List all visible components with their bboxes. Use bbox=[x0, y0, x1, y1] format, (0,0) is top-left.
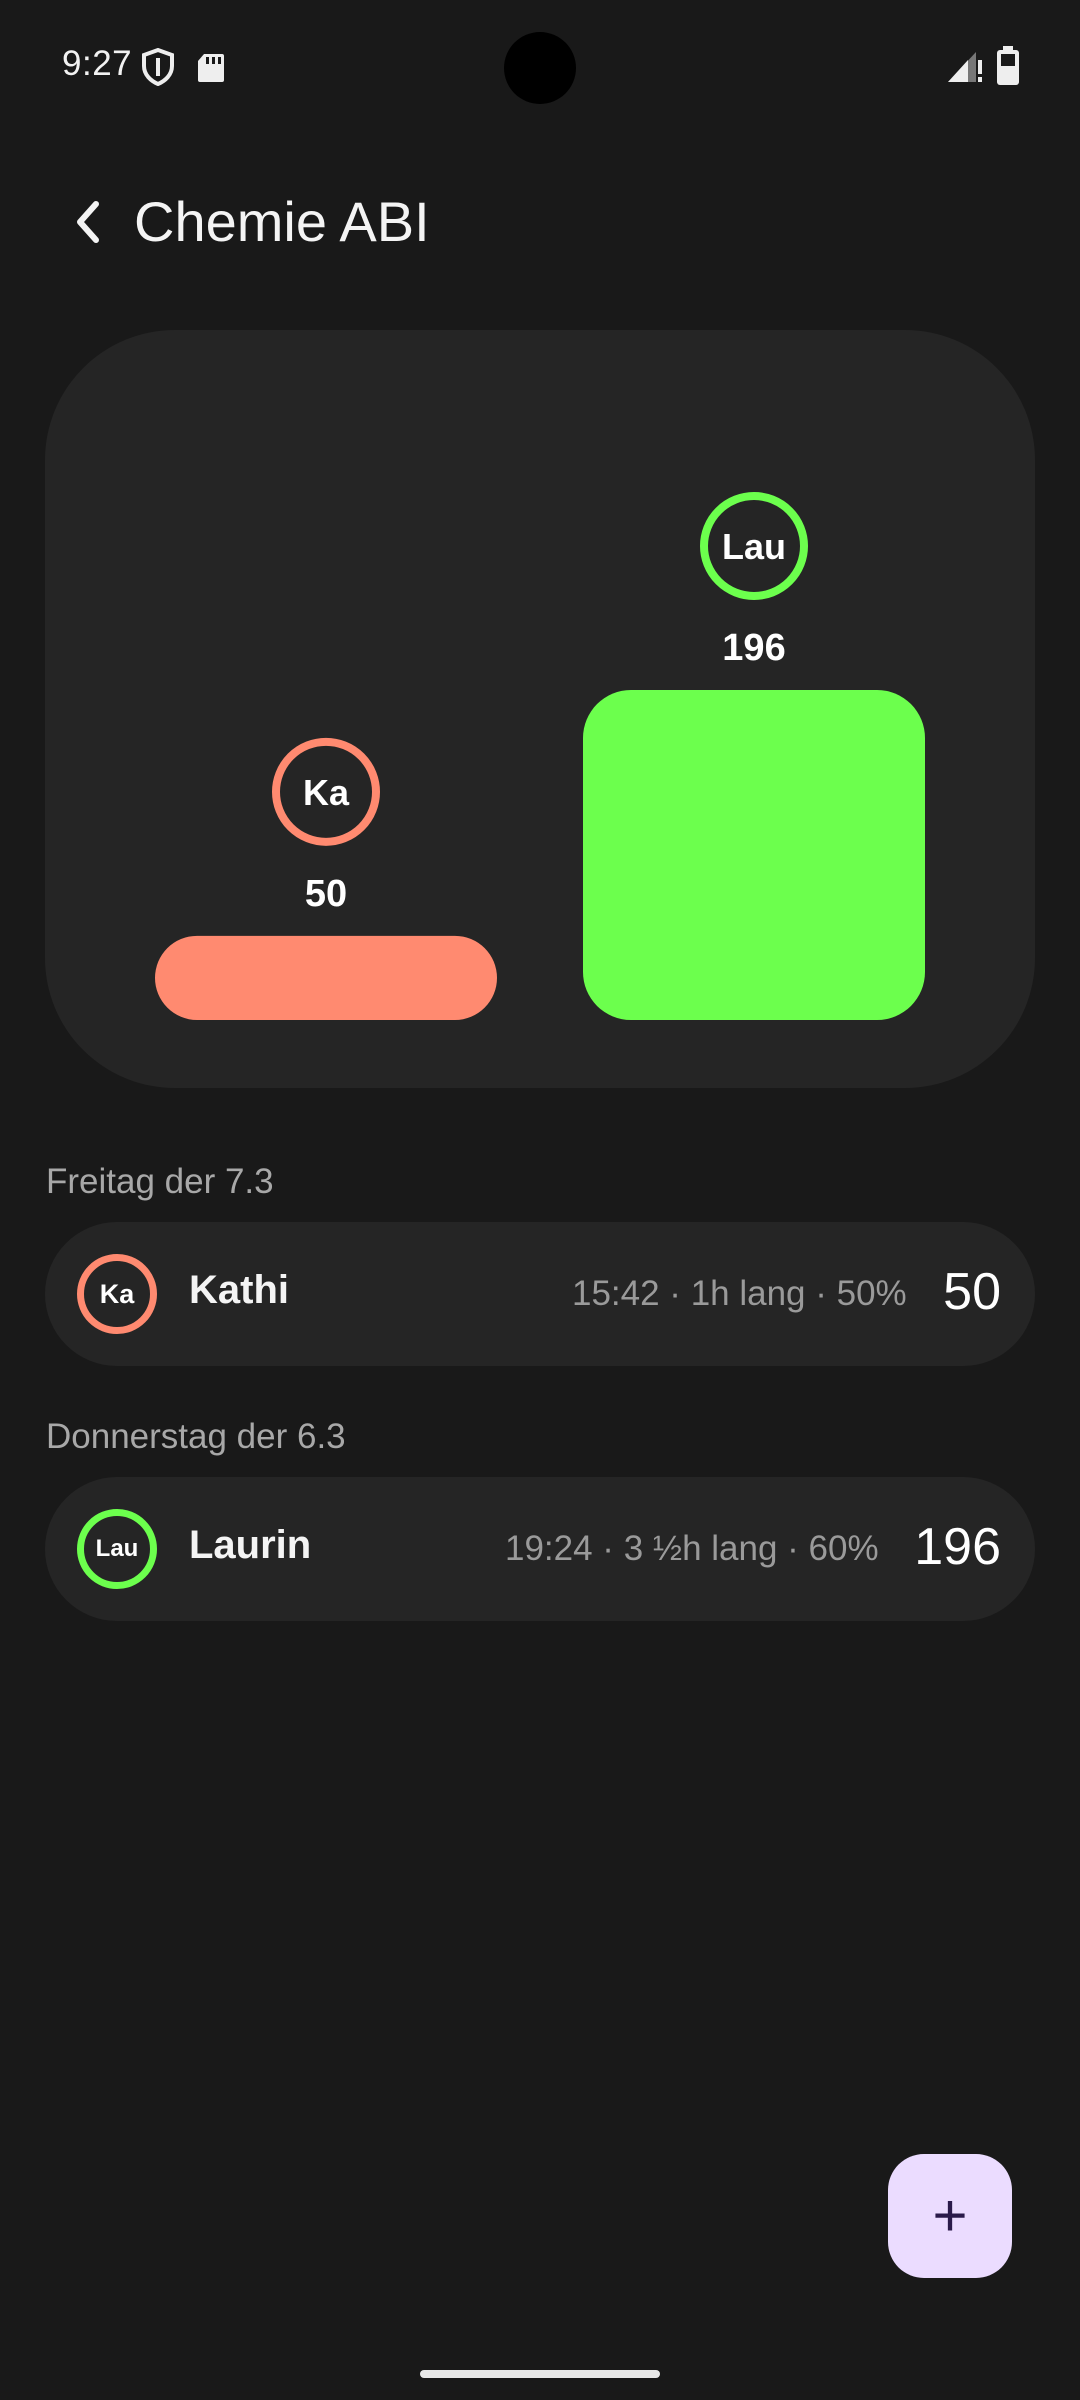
avatar: Lau bbox=[77, 1509, 157, 1589]
session-name: Kathi bbox=[189, 1268, 289, 1312]
chart-category-label: Ka bbox=[303, 772, 350, 813]
home-indicator[interactable] bbox=[420, 2370, 660, 2378]
page-title: Chemie ABI bbox=[134, 190, 430, 253]
avatar: Ka bbox=[77, 1254, 157, 1334]
session-name: Laurin bbox=[189, 1523, 312, 1567]
chart-bar-lau bbox=[583, 690, 925, 1020]
session-row[interactable]: Ka Kathi 15:42 · 1h lang · 50% 50 bbox=[45, 1222, 1035, 1366]
chart-category-label: Lau bbox=[722, 526, 786, 567]
plus-icon: + bbox=[932, 2182, 968, 2249]
back-button[interactable] bbox=[52, 186, 124, 258]
chart-value-label: 50 bbox=[305, 873, 347, 915]
date-header: Freitag der 7.3 bbox=[46, 1162, 274, 1201]
signal-icon bbox=[948, 52, 982, 82]
status-time: 9:27 bbox=[62, 44, 133, 83]
session-score: 196 bbox=[914, 1518, 1001, 1576]
session-meta: 15:42 · 1h lang · 50% bbox=[572, 1274, 907, 1313]
sd-card-icon bbox=[198, 54, 224, 82]
session-score: 50 bbox=[943, 1263, 1001, 1321]
chart-bar-ka bbox=[155, 935, 497, 1020]
session-row[interactable]: Lau Laurin 19:24 · 3 ½h lang · 60% 196 bbox=[45, 1477, 1035, 1621]
leaderboard-bar-chart: 50 Ka 196 Lau bbox=[155, 492, 925, 1020]
add-session-button[interactable]: + bbox=[888, 2154, 1012, 2278]
chart-value-label: 196 bbox=[722, 627, 785, 669]
shield-icon bbox=[142, 48, 174, 86]
status-bar: 9:27 bbox=[0, 0, 1080, 130]
date-header: Donnerstag der 6.3 bbox=[46, 1417, 346, 1456]
top-app-bar: Chemie ABI bbox=[0, 150, 1080, 290]
battery-icon bbox=[997, 46, 1019, 85]
leaderboard-chart-card: 50 Ka 196 Lau bbox=[45, 330, 1035, 1088]
camera-cutout bbox=[504, 32, 576, 104]
session-meta: 19:24 · 3 ½h lang · 60% bbox=[505, 1529, 879, 1568]
chevron-left-icon bbox=[77, 201, 99, 243]
